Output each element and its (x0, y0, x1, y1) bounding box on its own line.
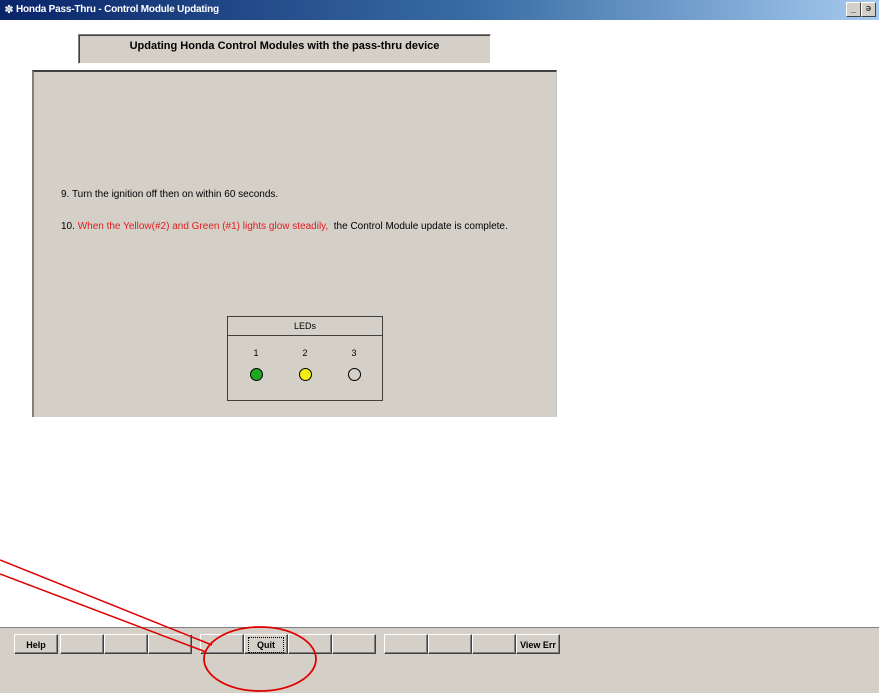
step-10-highlight: When the Yellow(#2) and Green (#1) light… (77, 221, 329, 232)
bottom-toolbar: Help Quit View Err (0, 627, 879, 693)
led-1-number: 1 (253, 348, 259, 358)
toolbar-button-11[interactable] (472, 634, 516, 654)
window-title: Honda Pass-Thru - Control Module Updatin… (16, 4, 219, 15)
led-3-indicator (348, 368, 361, 381)
app-icon: ✽ (4, 4, 14, 16)
step-10-prefix: 10. (61, 221, 78, 232)
quit-label: Quit (248, 637, 284, 653)
title-bar: ✽ Honda Pass-Thru - Control Module Updat… (0, 0, 879, 20)
help-button[interactable]: Help (14, 634, 58, 654)
led-3-number: 3 (351, 348, 357, 358)
page-header: Updating Honda Control Modules with the … (78, 34, 491, 64)
restore-button[interactable]: ə (861, 2, 876, 17)
step-10-rest: the Control Module update is complete. (328, 221, 508, 232)
toolbar-button-7[interactable] (288, 634, 332, 654)
toolbar-button-5[interactable] (200, 634, 244, 654)
minimize-button[interactable]: _ (846, 2, 861, 17)
quit-button[interactable]: Quit (244, 634, 288, 654)
step-9-text: 9. Turn the ignition off then on within … (61, 189, 279, 200)
led-2-number: 2 (302, 348, 308, 358)
toolbar-button-9[interactable] (384, 634, 428, 654)
toolbar-button-3[interactable] (104, 634, 148, 654)
toolbar-button-10[interactable] (428, 634, 472, 654)
toolbar-button-2[interactable] (60, 634, 104, 654)
led-header: LEDs (228, 317, 382, 336)
instructions-panel: 9. Turn the ignition off then on within … (32, 70, 557, 417)
window-controls: _ ə (846, 2, 876, 17)
led-status-box: LEDs 1 2 3 (227, 316, 383, 401)
view-err-button[interactable]: View Err (516, 634, 560, 654)
toolbar-button-8[interactable] (332, 634, 376, 654)
led-2-yellow-indicator (299, 368, 312, 381)
toolbar-button-4[interactable] (148, 634, 192, 654)
led-1-green-indicator (250, 368, 263, 381)
step-10-text: 10. When the Yellow(#2) and Green (#1) l… (61, 221, 508, 232)
